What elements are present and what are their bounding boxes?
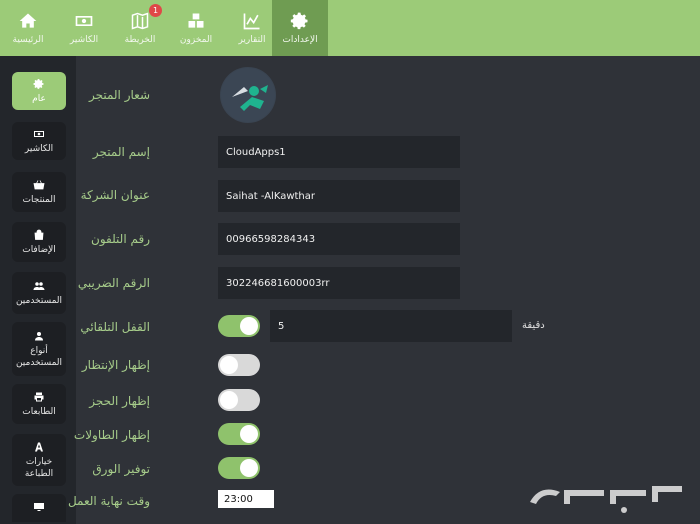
toggle-knob — [240, 425, 258, 443]
sidebar-item-label: المنتجات — [22, 194, 56, 205]
map-notification-badge: 1 — [149, 4, 162, 17]
store-logo-icon — [221, 68, 275, 122]
user-icon — [35, 331, 43, 340]
nav-home[interactable]: الرئيسية — [0, 0, 56, 56]
basket-icon — [33, 179, 45, 189]
haraj-logo — [530, 486, 682, 513]
show-tables-toggle[interactable] — [218, 423, 260, 445]
toggle-knob — [240, 459, 258, 477]
font-icon — [35, 442, 43, 451]
company-address-label: عنوان الشركة — [80, 188, 150, 202]
store-name-label: إسم المتجر — [92, 145, 150, 159]
store-logo-label: شعار المتجر — [88, 88, 150, 102]
bag-icon — [34, 229, 44, 240]
nav-reports-label: التقارير — [238, 35, 266, 45]
auto-lock-label: القفل التلقائي — [80, 320, 150, 334]
sidebar-item-label: عام — [32, 93, 46, 104]
save-paper-toggle[interactable] — [218, 457, 260, 479]
save-paper-label: توفير الورق — [92, 462, 150, 476]
sidebar-item-label: الإضافات — [22, 244, 56, 255]
company-address-input[interactable]: Saihat -AlKawthar — [218, 180, 460, 212]
nav-map[interactable]: الخريطة 1 — [112, 0, 168, 56]
phone-input[interactable]: 00966598284343 — [218, 223, 460, 255]
sidebar-item-label: الكاشير — [24, 143, 54, 154]
toggle-knob — [220, 356, 238, 374]
show-reservation-toggle[interactable] — [218, 389, 260, 411]
map-icon — [131, 12, 149, 30]
gear-icon — [33, 78, 44, 89]
sidebar-item-user-types[interactable]: أنواع المستخدمين — [12, 322, 66, 376]
show-waiting-toggle[interactable] — [218, 354, 260, 376]
minutes-unit-label: دقيقة — [522, 320, 545, 331]
top-nav-bar: الرئيسية الكاشير الخريطة 1 المخزون التقا… — [0, 0, 700, 56]
home-icon — [19, 13, 37, 28]
sidebar-item-printers[interactable]: الطابعات — [12, 384, 66, 424]
boxes-icon — [188, 13, 204, 28]
store-logo-image[interactable] — [220, 67, 276, 123]
sidebar-item-label: أنواع المستخدمين — [15, 345, 63, 368]
sidebar-item-label: الطابعات — [22, 406, 56, 417]
sidebar-item-print-options[interactable]: خيارات الطباعة — [12, 434, 66, 486]
auto-lock-toggle[interactable] — [218, 315, 260, 337]
nav-cashier-label: الكاشير — [69, 35, 99, 45]
toggle-knob — [240, 317, 258, 335]
gear-icon — [290, 12, 308, 30]
chart-icon — [243, 13, 260, 30]
printer-icon — [34, 392, 44, 401]
settings-sidebar: عام الكاشير المنتجات الإضافات المستخدمين… — [0, 56, 76, 524]
sidebar-item-users[interactable]: المستخدمين — [12, 272, 66, 314]
sidebar-item-label: المستخدمين — [15, 295, 63, 306]
nav-map-label: الخريطة — [124, 35, 156, 45]
nav-settings-label: الإعدادات — [282, 35, 318, 45]
show-reservation-label: إظهار الحجز — [89, 394, 150, 408]
sidebar-item-products[interactable]: المنتجات — [12, 172, 66, 212]
tax-number-label: الرقم الضريبي — [77, 276, 150, 290]
sidebar-item-cashier[interactable]: الكاشير — [12, 122, 66, 160]
toggle-knob — [220, 391, 238, 409]
sidebar-item-addons[interactable]: الإضافات — [12, 222, 66, 262]
users-icon — [33, 281, 45, 290]
sidebar-item-general[interactable]: عام — [12, 72, 66, 110]
monitor-icon — [34, 502, 44, 511]
auto-lock-minutes-input[interactable]: 5 — [270, 310, 512, 342]
nav-inventory-label: المخزون — [179, 35, 213, 45]
cash-icon — [34, 130, 44, 137]
sidebar-item-label: خيارات الطباعة — [24, 456, 54, 479]
sidebar-item-display[interactable] — [12, 494, 66, 522]
nav-home-label: الرئيسية — [12, 35, 44, 45]
tax-number-input[interactable]: 302246681600003rr — [218, 267, 460, 299]
end-of-work-label: وقت نهاية العمل — [67, 494, 150, 508]
end-of-work-time-input[interactable]: 23:00 — [218, 490, 274, 508]
store-name-input[interactable]: CloudApps1 — [218, 136, 460, 168]
nav-inventory[interactable]: المخزون — [168, 0, 224, 56]
show-waiting-label: إظهار الإنتظار — [81, 358, 150, 372]
show-tables-label: إظهار الطاولات — [73, 428, 150, 442]
cash-icon — [75, 16, 93, 26]
phone-label: رقم التلفون — [91, 232, 150, 246]
nav-cashier[interactable]: الكاشير — [56, 0, 112, 56]
nav-settings[interactable]: الإعدادات — [272, 0, 328, 56]
